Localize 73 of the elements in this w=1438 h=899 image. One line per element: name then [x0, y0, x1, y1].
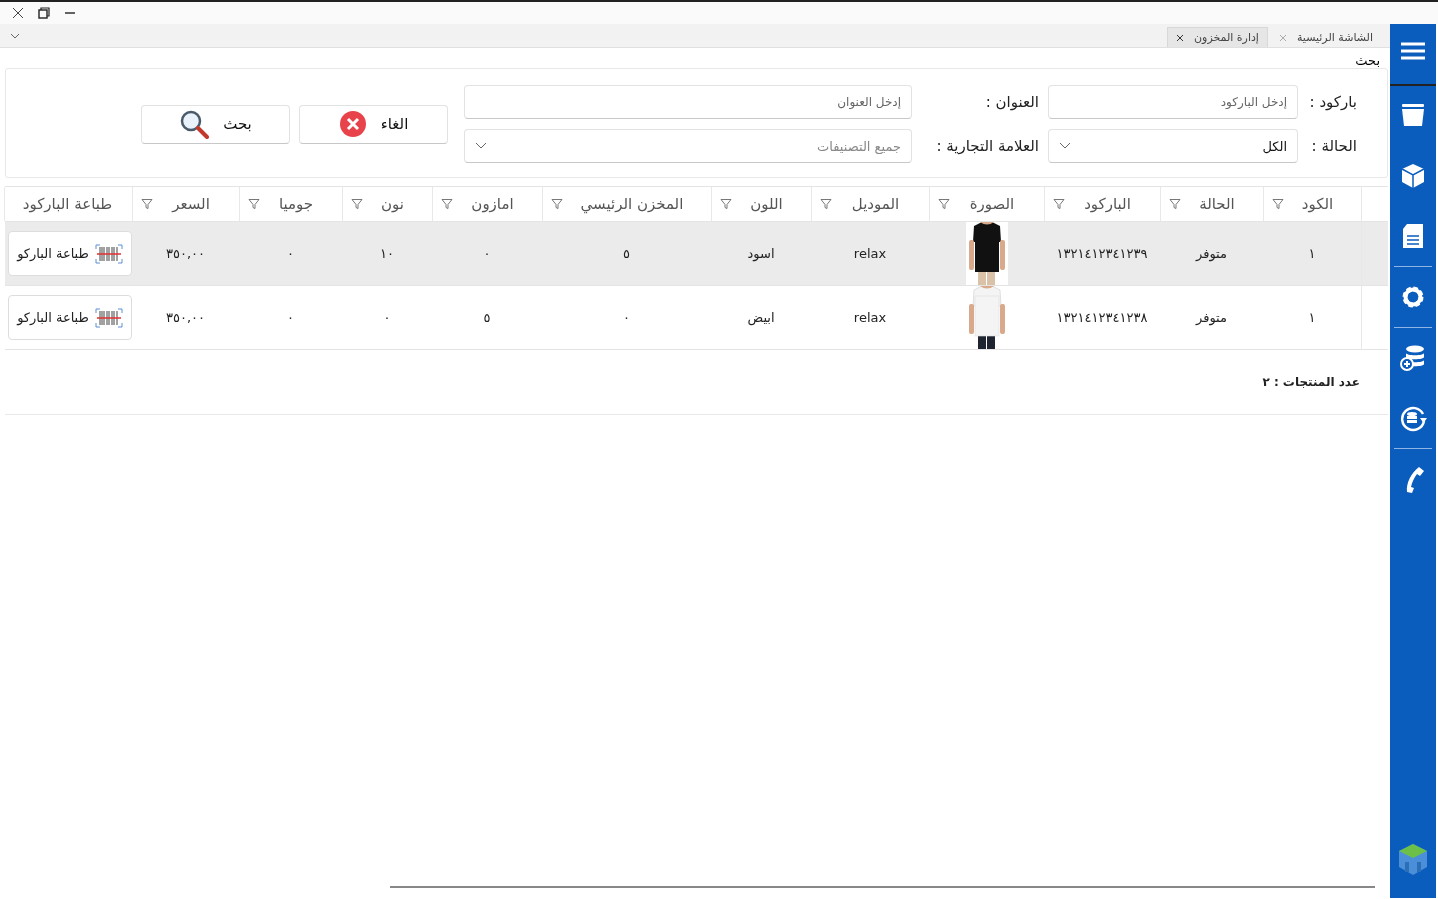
filter-icon[interactable]: [1272, 198, 1284, 210]
filter-icon[interactable]: [720, 198, 732, 210]
database-add-icon[interactable]: [1399, 344, 1427, 372]
field-label: العنوان :: [984, 93, 1039, 111]
print-barcode-button[interactable]: طباعة الباركو: [8, 231, 132, 276]
table-cell-text: relax: [852, 245, 888, 263]
filter-icon[interactable]: [441, 198, 453, 210]
filter-icon[interactable]: [820, 198, 832, 210]
table-cell-text: ٠: [382, 309, 392, 327]
table-cell-text: ٥: [622, 245, 631, 263]
restore-icon[interactable]: [38, 7, 50, 19]
barcode-icon: [94, 243, 123, 264]
table-cell-text: ٣٥٠,٠٠: [165, 245, 207, 263]
filter-icon[interactable]: [141, 198, 153, 210]
table-cell-text: relax: [852, 309, 888, 327]
filter-icon[interactable]: [551, 198, 563, 210]
table-cell-text: ابيض: [746, 309, 776, 328]
table-cell-text: اسود: [746, 245, 776, 264]
close-icon: [338, 110, 367, 138]
dropdown[interactable]: الكل: [1048, 129, 1298, 163]
field-label: الحالة :: [1310, 137, 1357, 155]
column-header[interactable]: اللون: [711, 187, 811, 221]
table-cell-text: متوفر: [1194, 245, 1228, 264]
chevron-down-icon[interactable]: [10, 33, 20, 39]
table-cell-text: ٥: [482, 309, 492, 327]
table-cell-text: ١٠: [379, 245, 395, 263]
database-sync-icon[interactable]: [1399, 404, 1427, 432]
filter-icon[interactable]: [351, 198, 363, 210]
table-cell-text: ٠: [286, 245, 295, 263]
table-cell-text: ١: [1307, 245, 1317, 263]
column-header[interactable]: الموديل: [811, 187, 929, 221]
filter-icon[interactable]: [938, 198, 950, 210]
barcode-icon: [94, 307, 123, 328]
column-header[interactable]: السعر: [132, 187, 239, 221]
table-cell-text: ١: [1307, 309, 1317, 327]
cancel-button[interactable]: الغاء: [299, 104, 448, 144]
filter-icon[interactable]: [1169, 198, 1181, 210]
table-cell-text: ٣٥٠,٠٠: [165, 309, 207, 327]
search-button[interactable]: بحث: [141, 104, 290, 144]
tab[interactable]: إدارة المخزون: [1167, 27, 1268, 47]
group-title: بحث: [1355, 53, 1380, 68]
close-icon[interactable]: [12, 7, 24, 19]
filter-icon[interactable]: [1053, 198, 1065, 210]
tab[interactable]: الشاشة الرئيسية: [1269, 27, 1382, 47]
chevron-down-icon: [1059, 142, 1071, 150]
column-header[interactable]: امازون: [432, 187, 542, 221]
column-header[interactable]: الباركود: [1044, 187, 1160, 221]
table-cell-text: ٠: [622, 309, 631, 327]
product-count: عدد المنتجات : ٢: [1262, 375, 1360, 389]
close-icon[interactable]: [1176, 33, 1184, 42]
column-header[interactable]: الحالة: [1160, 187, 1263, 221]
print-barcode-button[interactable]: طباعة الباركو: [8, 295, 132, 340]
field-label: باركود :: [1308, 93, 1357, 111]
chevron-down-icon: [475, 142, 487, 150]
column-header[interactable]: طباعة الباركود: [4, 187, 132, 221]
column-header[interactable]: نون: [342, 187, 432, 221]
table-cell-text: ٠: [286, 309, 295, 327]
table-cell-text: متوفر: [1194, 309, 1228, 328]
column-header[interactable]: المخزن الرئيسي: [542, 187, 711, 221]
column-header[interactable]: الكود: [1263, 187, 1361, 221]
column-header[interactable]: جوميا: [239, 187, 342, 221]
search-icon: [179, 109, 210, 139]
horizontal-scrollbar[interactable]: [390, 886, 1375, 888]
filter-icon[interactable]: [248, 198, 260, 210]
table-cell-text: ١٣٢١٤١٢٣٤١٢٣٩: [1055, 245, 1149, 263]
text-field[interactable]: إدخل العنوان: [464, 85, 912, 119]
table-cell-text: ١٣٢١٤١٢٣٤١٢٣٨: [1055, 309, 1149, 327]
table-cell-text: ٠: [482, 245, 492, 263]
box-icon[interactable]: [1399, 162, 1427, 190]
field-label: العلامة التجارية :: [935, 137, 1039, 155]
column-header[interactable]: الصورة: [929, 187, 1044, 221]
text-field[interactable]: إدخل الباركود: [1048, 85, 1298, 119]
dropdown[interactable]: جميع التصنيفات: [464, 129, 912, 163]
